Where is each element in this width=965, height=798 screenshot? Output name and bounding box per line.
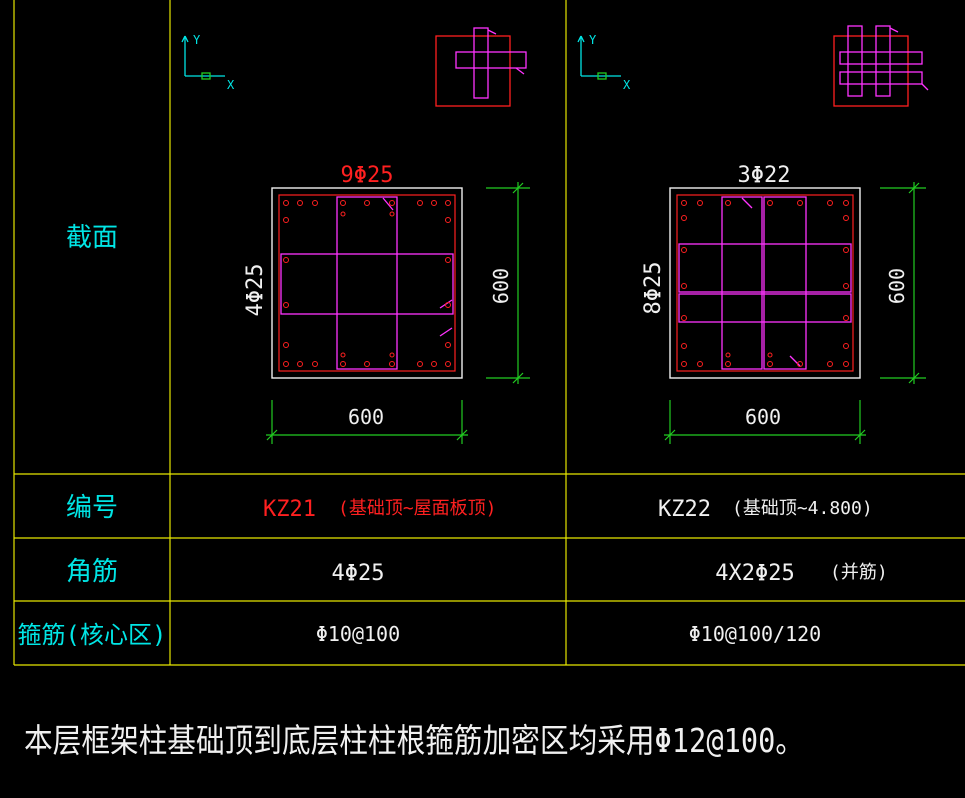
column-outline — [669, 187, 861, 379]
column-id: KZ21 — [263, 497, 316, 522]
stirrup-spec: Φ10@100/120 — [689, 622, 821, 646]
top-rebar-label: 3Φ22 — [738, 163, 791, 188]
axis-x-label: X — [227, 78, 235, 92]
rebar-bars — [681, 200, 849, 367]
rebar-bars — [283, 200, 451, 367]
axis-y-label: Y — [193, 33, 201, 47]
outer-stirrup — [278, 194, 456, 372]
stirrup-legend-icon — [435, 27, 527, 107]
column-id-range: (基础顶~屋面板顶) — [338, 498, 497, 519]
stirrup-spec: Φ10@100 — [316, 622, 400, 646]
general-note: 本层框架柱基础顶到底层柱柱根箍筋加密区均采用Φ12@100。 — [24, 721, 804, 760]
column-2-section: Y X 3Φ22 8Φ25 600 600 — [577, 25, 929, 444]
inner-ties — [678, 196, 852, 370]
corner-rebar: 4Φ25 — [332, 561, 385, 586]
stirrup-legend-icon — [833, 25, 929, 107]
height-dim-label: 600 — [489, 268, 513, 304]
outer-stirrup — [676, 194, 854, 372]
axis-x-label: X — [623, 78, 631, 92]
column-outline — [271, 187, 463, 379]
row-label-corner: 角筋 — [66, 557, 118, 587]
axis-y-label: Y — [589, 33, 597, 47]
side-rebar-label: 8Φ25 — [641, 262, 666, 315]
column-id: KZ22 — [658, 497, 711, 522]
height-dim-label: 600 — [885, 268, 909, 304]
row-label-stirrup: 箍筋(核心区) — [18, 621, 167, 649]
row-label-section: 截面 — [66, 223, 118, 253]
inner-ties — [280, 196, 454, 370]
width-dim-label: 600 — [745, 405, 781, 429]
column-id-range: (基础顶~4.800) — [732, 498, 873, 519]
ucs-icon — [181, 35, 225, 80]
column-1-section: Y X 9Φ25 4Φ25 600 600 — [181, 27, 530, 444]
row-label-id: 编号 — [66, 493, 118, 523]
ucs-icon — [577, 35, 621, 80]
width-dim-label: 600 — [348, 405, 384, 429]
top-rebar-label: 9Φ25 — [341, 163, 394, 188]
table-grid — [13, 0, 965, 666]
corner-rebar-note: (并筋) — [830, 562, 888, 583]
side-rebar-label: 4Φ25 — [243, 264, 268, 317]
drawing-canvas: 截面 编号 角筋 箍筋(核心区) Y X 9Φ25 4Φ25 600 600 Y… — [13, 0, 965, 760]
corner-rebar: 4X2Φ25 — [715, 561, 794, 586]
